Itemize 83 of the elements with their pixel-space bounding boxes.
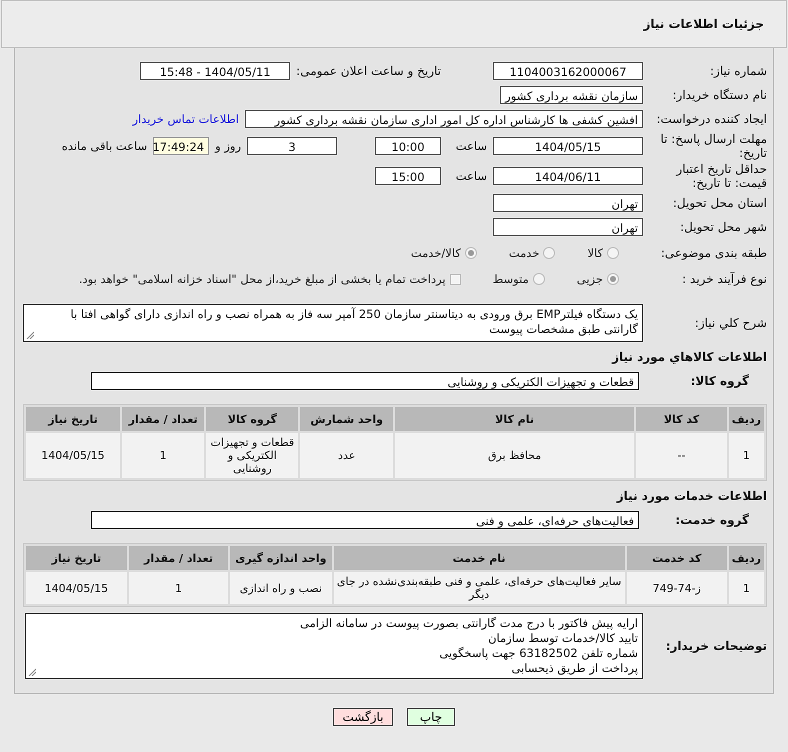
radio-button[interactable]: [607, 247, 619, 259]
radio-button[interactable]: [607, 273, 619, 285]
remaining-label: ساعت باقی مانده: [62, 139, 148, 153]
column-header: گروه کالا: [206, 407, 298, 431]
radio-label: کالا/خدمت: [410, 246, 461, 260]
field-label: تاریخ و ساعت اعلان عمومی:: [296, 64, 441, 78]
table-cell: قطعات و تجهیزات الکتریکی و روشنایی: [206, 433, 298, 478]
table-cell: ز-74-749: [626, 572, 727, 604]
field-label: طبقه بندی موضوعی:: [660, 246, 767, 260]
radio-label: خدمت: [508, 246, 540, 260]
table-cell: محافظ برق: [394, 433, 634, 478]
validity-date-field: 1404/06/11: [493, 167, 643, 185]
group-label: گروه خدمت:: [674, 513, 749, 527]
days-label: روز و: [215, 139, 241, 153]
table-cell: نصب و راه اندازی: [230, 572, 332, 604]
deadline-time-field: 10:00: [375, 137, 441, 155]
notes-line: شماره تلفن 63182502 جهت پاسخگویی: [439, 646, 638, 661]
table-cell: عدد: [300, 433, 393, 478]
time-label: ساعت: [454, 169, 487, 183]
remaining-time-field: 17:49:24: [153, 137, 210, 155]
buyer-org-field: سازمان نقشه برداری کشور: [500, 86, 643, 104]
group-label: گروه کالا:: [690, 374, 749, 388]
column-header: تعداد / مقدار: [122, 407, 204, 431]
city-field: تهران: [493, 218, 643, 236]
field-label: نوع فرآیند خرید :: [681, 272, 767, 286]
radio-label: کالا: [587, 246, 603, 260]
table-cell: 1: [122, 433, 204, 478]
radio-button[interactable]: [543, 247, 556, 259]
table-cell: سایر فعالیت‌های حرفه‌ای، علمی و فنی طبقه‌بندی‌نشده در جای دیگر: [334, 572, 625, 604]
province-field: تهران: [493, 194, 643, 212]
column-header: تاریخ نیاز: [26, 407, 120, 431]
need-number-field: 1104003162000067: [493, 62, 643, 80]
notes-line: تایید کالا/خدمات توسط سازمان: [488, 631, 638, 646]
notes-line: پرداخت از طریق ذیحسابی: [511, 661, 638, 676]
resize-grip-icon[interactable]: [26, 331, 34, 339]
column-header: تعداد / مقدار: [128, 546, 228, 570]
table-cell: 1: [128, 572, 228, 604]
table-cell: 1: [728, 433, 764, 478]
service-group-field: فعالیت‌های حرفه‌ای، علمی و فنی: [91, 511, 639, 529]
back-button[interactable]: بازگشت: [333, 708, 393, 726]
days-field: 3: [247, 137, 337, 155]
time-label: ساعت: [454, 139, 487, 153]
announce-date-field: 1404/05/11 - 15:48: [140, 62, 290, 80]
column-header: کد کالا: [636, 407, 727, 431]
table-cell: 1404/05/15: [26, 433, 120, 478]
radio-label: جزیی: [576, 272, 603, 286]
column-header: ردیف: [728, 407, 764, 431]
section-title: اطلاعات کالاهاي مورد نياز: [610, 350, 767, 364]
notes-label: توضیحات خریدار:: [664, 639, 767, 653]
page-title: جزئیات اطلاعات نیاز: [643, 17, 764, 31]
description-label: شرح کلي نياز:: [694, 316, 767, 330]
column-header: ردیف: [728, 546, 764, 570]
radio-label: متوسط: [492, 272, 529, 286]
goods-group-field: قطعات و تجهیزات الکتریکی و روشنایی: [91, 372, 639, 390]
table-cell: 1404/05/15: [26, 572, 127, 604]
field-label: ایجاد کننده درخواست:: [655, 112, 767, 126]
requester-field: افشین کشفی ها کارشناس اداره کل امور اداری سازمان نقشه برداری کشور: [245, 110, 643, 128]
radio-button[interactable]: [532, 273, 545, 285]
field-label: شهر محل تحویل:: [679, 220, 767, 234]
resize-grip-icon[interactable]: [28, 668, 36, 676]
radio-button[interactable]: [464, 247, 477, 259]
print-button[interactable]: چاپ: [407, 708, 455, 726]
column-header: واحد شمارش: [300, 407, 393, 431]
table-cell: 1: [728, 572, 764, 604]
validity-time-field: 15:00: [375, 167, 441, 185]
column-header: واحد اندازه گیری: [230, 546, 332, 570]
notes-line: ارایه پیش فاکتور با درج مدت گارانتی بصورت پیوست در سامانه الزامی: [300, 616, 638, 631]
payment-note: پرداخت تمام یا بخشی از مبلغ خرید،از محل "اسناد خزانه اسلامی" خواهد بود.: [78, 272, 446, 286]
section-title: اطلاعات خدمات مورد نیاز: [615, 489, 767, 503]
field-label: شماره نیاز:: [709, 64, 767, 78]
column-header: کد خدمت: [626, 546, 727, 570]
contact-link[interactable]: اطلاعات تماس خریدار: [132, 112, 239, 126]
field-label: حداقل تاریخ اعتبار قیمت: تا تاریخ:: [674, 162, 767, 190]
description-field: یک دستگاه فیلترEMP برق ورودی به دیتاسنتر سازمان 250 آمپر سه فاز به همراه نصب و راه اندازی دارای گواهی افتا با گارانتی طبق مشخصات پیوست: [23, 304, 643, 342]
column-header: تاریخ نیاز: [26, 546, 127, 570]
deadline-date-field: 1404/05/15: [493, 137, 643, 155]
column-header: نام کالا: [394, 407, 634, 431]
field-label: نام دستگاه خریدار:: [672, 88, 767, 102]
field-label: مهلت ارسال پاسخ: تا تاریخ:: [659, 132, 767, 160]
table-cell: --: [636, 433, 727, 478]
field-label: استان محل تحویل:: [672, 196, 767, 210]
column-header: نام خدمت: [334, 546, 625, 570]
checkbox[interactable]: [450, 274, 461, 284]
